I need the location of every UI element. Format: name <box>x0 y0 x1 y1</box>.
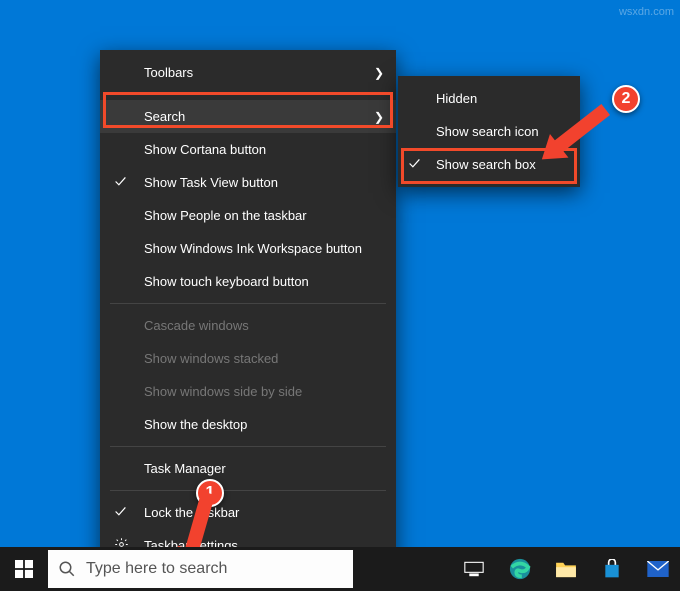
menu-label: Show Cortana button <box>144 142 266 157</box>
menu-lock-taskbar[interactable]: Lock the taskbar <box>100 496 396 529</box>
menu-label: Hidden <box>436 91 477 106</box>
menu-label: Show windows stacked <box>144 351 278 366</box>
menu-label: Task Manager <box>144 461 226 476</box>
menu-taskmanager[interactable]: Task Manager <box>100 452 396 485</box>
menu-label: Show search icon <box>436 124 539 139</box>
folder-icon <box>555 560 577 578</box>
menu-label: Show the desktop <box>144 417 247 432</box>
file-explorer-button[interactable] <box>544 547 588 591</box>
mail-button[interactable] <box>636 547 680 591</box>
menu-toolbars[interactable]: Toolbars ❯ <box>100 56 396 89</box>
menu-label: Show windows side by side <box>144 384 302 399</box>
menu-label: Show Windows Ink Workspace button <box>144 241 362 256</box>
menu-label: Cascade windows <box>144 318 249 333</box>
mail-icon <box>647 561 669 577</box>
taskbar-context-menu: Toolbars ❯ Search ❯ Show Cortana button … <box>100 50 396 568</box>
taskbar-search-box[interactable]: Type here to search <box>48 550 353 588</box>
menu-touchkb[interactable]: Show touch keyboard button <box>100 265 396 298</box>
menu-search[interactable]: Search ❯ <box>100 100 396 133</box>
check-icon <box>408 157 421 173</box>
check-icon <box>114 505 127 521</box>
menu-stacked: Show windows stacked <box>100 342 396 375</box>
chevron-right-icon: ❯ <box>374 110 384 124</box>
task-view-button[interactable] <box>452 547 496 591</box>
chevron-right-icon: ❯ <box>374 66 384 80</box>
search-submenu: Hidden Show search icon Show search box <box>398 76 580 187</box>
store-button[interactable] <box>590 547 634 591</box>
start-button[interactable] <box>0 547 48 591</box>
windows-logo-icon <box>15 560 33 578</box>
check-icon <box>114 175 127 191</box>
watermark: wsxdn.com <box>619 6 674 18</box>
search-icon <box>58 560 76 578</box>
edge-button[interactable] <box>498 547 542 591</box>
menu-ink[interactable]: Show Windows Ink Workspace button <box>100 232 396 265</box>
menu-separator <box>110 490 386 491</box>
menu-taskview[interactable]: Show Task View button <box>100 166 396 199</box>
system-tray <box>452 547 680 591</box>
menu-label: Show Task View button <box>144 175 278 190</box>
menu-separator <box>110 94 386 95</box>
menu-label: Search <box>144 109 185 124</box>
menu-label: Show People on the taskbar <box>144 208 307 223</box>
menu-separator <box>110 446 386 447</box>
menu-label: Show touch keyboard button <box>144 274 309 289</box>
menu-cascade: Cascade windows <box>100 309 396 342</box>
edge-icon <box>509 558 531 580</box>
menu-label: Show search box <box>436 157 536 172</box>
menu-desktop[interactable]: Show the desktop <box>100 408 396 441</box>
shopping-bag-icon <box>602 559 622 579</box>
menu-separator <box>110 303 386 304</box>
search-placeholder: Type here to search <box>86 560 227 578</box>
task-view-icon <box>464 561 484 577</box>
taskbar: Type here to search <box>0 547 680 591</box>
annotation-badge-2: 2 <box>612 85 640 113</box>
menu-people[interactable]: Show People on the taskbar <box>100 199 396 232</box>
menu-label: Lock the taskbar <box>144 505 239 520</box>
submenu-hidden[interactable]: Hidden <box>398 82 580 115</box>
menu-cortana[interactable]: Show Cortana button <box>100 133 396 166</box>
menu-label: Toolbars <box>144 65 193 80</box>
menu-sidebyside: Show windows side by side <box>100 375 396 408</box>
